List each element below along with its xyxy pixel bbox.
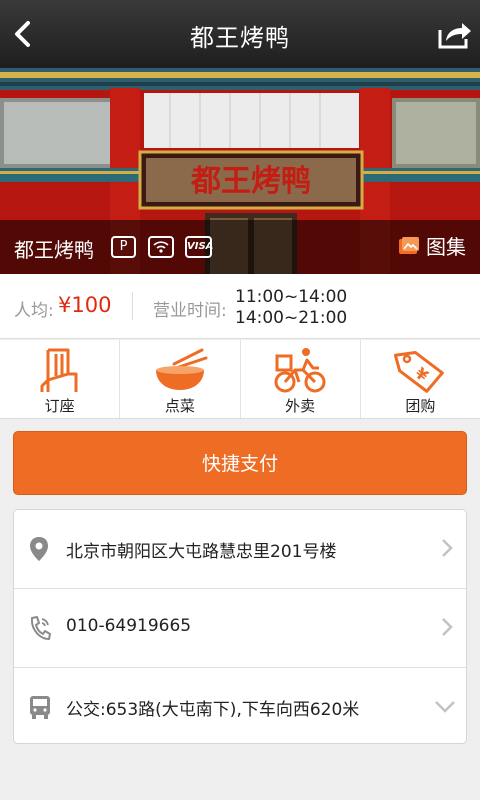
chair-icon bbox=[40, 348, 78, 392]
phone-number: 010-64919665 bbox=[66, 616, 192, 636]
hours-label: 营业时间: bbox=[153, 301, 227, 321]
chevron-right-icon bbox=[442, 539, 453, 557]
hours-dinner: 14:00~21:00 bbox=[235, 308, 348, 328]
hours-lunch: 11:00~14:00 bbox=[235, 287, 348, 307]
order-dishes-button[interactable]: 点菜 bbox=[120, 340, 241, 418]
parking-badge: P bbox=[111, 236, 136, 258]
takeout-label: 外卖 bbox=[285, 397, 316, 415]
order-dishes-label: 点菜 bbox=[164, 397, 195, 415]
avg-price-label: 人均: bbox=[14, 301, 54, 321]
phone-row[interactable]: 010-64919665 bbox=[14, 589, 466, 668]
action-grid: 订座 点菜 外卖 ¥ 团购 bbox=[0, 340, 480, 419]
address-row[interactable]: 北京市朝阳区大屯路慧忠里201号楼 bbox=[14, 510, 466, 589]
restaurant-name: 都王烤鸭 bbox=[14, 238, 94, 262]
chevron-down-icon bbox=[435, 701, 455, 713]
divider bbox=[132, 292, 133, 320]
takeout-button[interactable]: 外卖 bbox=[241, 340, 361, 418]
storefront-sign-text: 都王烤鸭 bbox=[190, 164, 311, 199]
chevron-right-icon bbox=[442, 618, 453, 636]
price-tag-icon: ¥ bbox=[394, 350, 445, 393]
group-buy-label: 团购 bbox=[405, 397, 436, 415]
page-title: 都王烤鸭 bbox=[190, 24, 290, 52]
gallery-label: 图集 bbox=[426, 235, 466, 259]
reserve-button[interactable]: 订座 bbox=[0, 340, 121, 418]
restaurant-photo[interactable]: 都王烤鸭 都王烤鸭 P VISA 图集 bbox=[0, 68, 480, 274]
gallery-button[interactable]: 图集 bbox=[398, 231, 466, 260]
avg-price-value: ¥100 bbox=[58, 293, 112, 317]
bowl-chopsticks-icon bbox=[155, 348, 208, 390]
visa-badge: VISA bbox=[185, 236, 213, 258]
group-buy-button[interactable]: ¥ 团购 bbox=[361, 340, 480, 418]
reserve-label: 订座 bbox=[44, 397, 75, 415]
bus-icon bbox=[30, 696, 50, 719]
bus-row[interactable]: 公交:653路(大屯南下),下车向西620米 bbox=[14, 668, 466, 746]
detail-list: 北京市朝阳区大屯路慧忠里201号楼 010-64919665 公交:653路(大… bbox=[13, 509, 467, 744]
wifi-icon bbox=[148, 236, 174, 258]
delivery-bike-icon bbox=[274, 348, 326, 393]
info-row: 人均: ¥100 营业时间: 11:00~14:00 14:00~21:00 bbox=[0, 274, 480, 339]
phone-icon bbox=[30, 616, 51, 640]
share-icon[interactable] bbox=[434, 14, 474, 54]
top-bar: 都王烤鸭 bbox=[0, 0, 480, 68]
quick-pay-button[interactable]: 快捷支付 bbox=[13, 431, 467, 495]
gallery-icon bbox=[399, 236, 419, 254]
address-text: 北京市朝阳区大屯路慧忠里201号楼 bbox=[66, 542, 337, 562]
location-pin-icon bbox=[30, 537, 48, 561]
bus-route-text: 公交:653路(大屯南下),下车向西620米 bbox=[66, 700, 360, 720]
